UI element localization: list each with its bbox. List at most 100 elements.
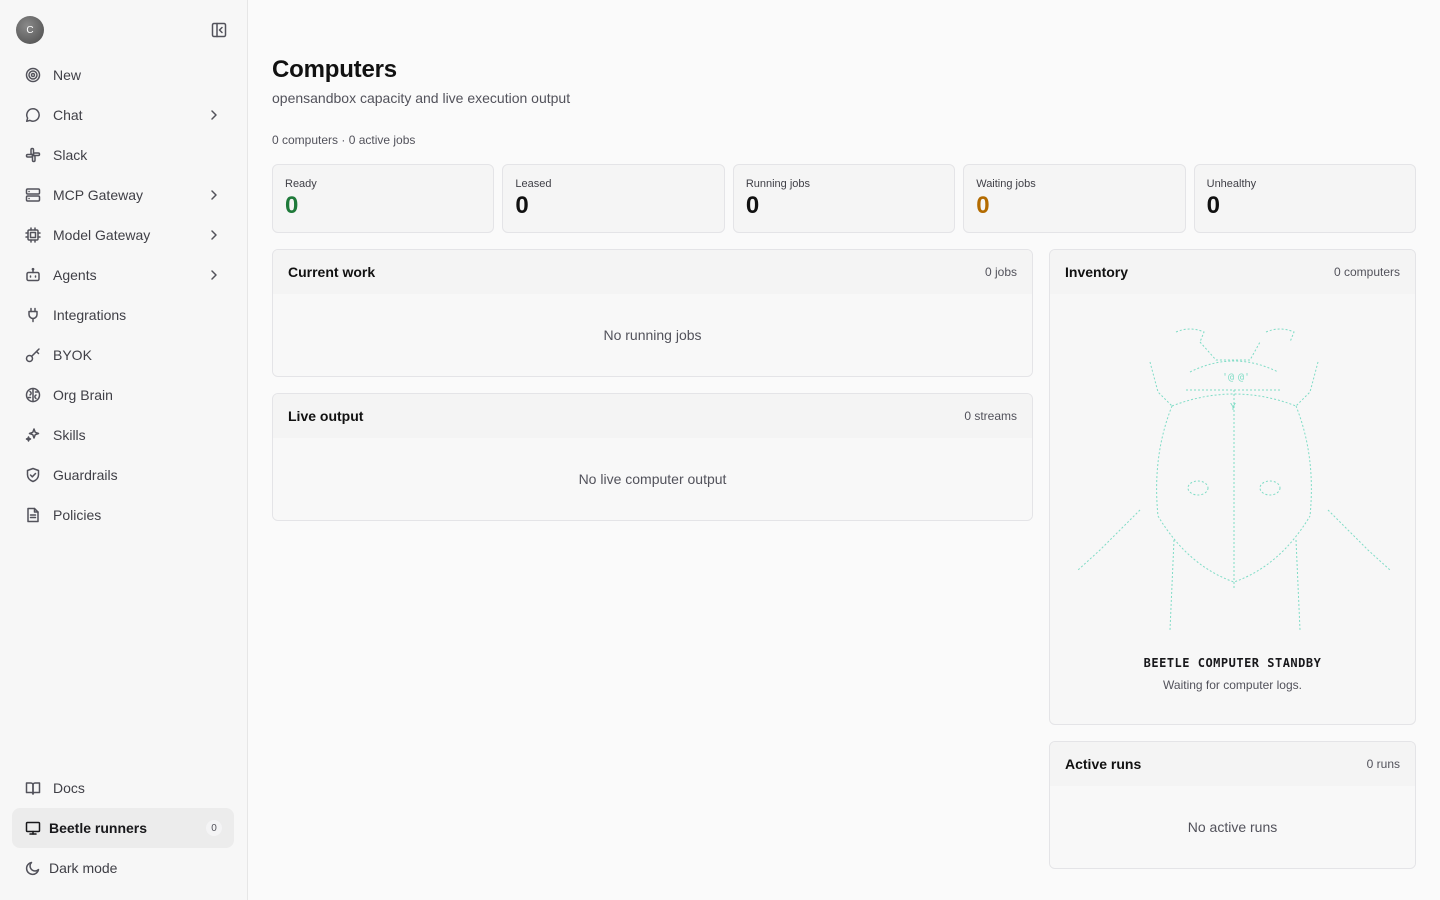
panel-title: Inventory [1065,264,1129,280]
stat-value: 0 [515,192,529,219]
chevron-right-icon [211,190,217,200]
standby-subtitle: Waiting for computer logs. [1163,678,1302,692]
runners-count-badge: 0 [206,820,222,836]
stat-card-ready: Ready 0 [272,164,495,233]
key-icon [24,346,42,364]
nav-item-org-brain[interactable]: Org Brain [12,375,234,415]
empty-state: No live computer output [273,438,1032,520]
empty-state: No running jobs [273,294,1032,376]
panel-header: Inventory 0 computers [1050,250,1415,294]
nav-item-guardrails[interactable]: Guardrails [12,455,234,495]
nav-item-label: MCP Gateway [53,187,143,203]
chat-bubble-icon [24,106,42,124]
cpu-chip-icon [24,226,42,244]
empty-state: No active runs [1050,786,1415,868]
stat-value: 0 [1206,192,1220,219]
stat-value: 0 [285,192,299,219]
page-subtitle: opensandbox capacity and live execution … [272,90,571,106]
panel-title: Active runs [1065,756,1142,772]
nav-item-beetle-runners[interactable]: Beetle runners 0 [12,808,234,848]
svg-text:Y: Y [1230,402,1236,413]
standby-title: BEETLE COMPUTER STANDBY [1143,656,1322,670]
panel-count: 0 streams [964,409,1017,423]
nav-item-chat[interactable]: Chat [12,95,234,135]
page-title: Computers [272,56,397,83]
target-icon [24,66,42,84]
slack-icon [24,146,42,164]
panel-title: Live output [288,408,364,424]
nav-item-integrations[interactable]: Integrations [12,295,234,335]
nav-item-label: BYOK [53,347,92,363]
brain-icon [24,386,42,404]
nav-item-model-gateway[interactable]: Model Gateway [12,215,234,255]
beetle-illustration: '@ @' Y [1077,328,1391,631]
nav-item-label: Agents [53,267,97,283]
nav-item-mcp-gateway[interactable]: MCP Gateway [12,175,234,215]
nav-item-label: Skills [53,427,86,443]
stat-value: 0 [976,192,990,219]
server-icon [24,186,42,204]
current-work-panel: Current work 0 jobs No running jobs [272,249,1033,377]
plug-icon [24,306,42,324]
inventory-panel: Inventory 0 computers '@ @' Y BEETLE COM… [1049,249,1416,725]
stat-label: Ready [285,178,317,190]
panel-count: 0 runs [1366,757,1400,771]
nav-item-skills[interactable]: Skills [12,415,234,455]
panel-header: Live output 0 streams [273,394,1032,438]
monitor-icon [24,819,42,837]
stat-label: Leased [515,178,552,190]
stats-row: Ready 0 Leased 0 Running jobs 0 Waiting … [272,164,1417,233]
live-output-panel: Live output 0 streams No live computer o… [272,393,1033,521]
summary-text: 0 computers · 0 active jobs [272,133,416,147]
stat-card-leased: Leased 0 [502,164,725,233]
collapse-sidebar-button[interactable] [210,21,228,39]
svg-text:@': @' [1238,372,1250,383]
bottom-nav: Docs Beetle runners 0 Dark mode [12,768,234,888]
chevron-right-icon [211,110,217,120]
nav-item-policies[interactable]: Policies [12,495,234,535]
chevron-right-icon [211,270,217,280]
dark-mode-toggle[interactable]: Dark mode [12,848,234,888]
nav-item-label: Dark mode [49,860,118,876]
document-icon [24,506,42,524]
panel-header: Current work 0 jobs [273,250,1032,294]
stat-label: Unhealthy [1206,178,1257,190]
nav-item-label: Org Brain [53,387,113,403]
nav-item-byok[interactable]: BYOK [12,335,234,375]
stat-value: 0 [745,192,760,219]
moon-icon [24,859,42,877]
shield-check-icon [24,466,42,484]
nav-item-label: Model Gateway [53,227,151,243]
nav-item-label: Policies [53,507,102,523]
sidebar-collapse-icon [211,22,227,38]
nav-item-label: Guardrails [53,467,118,483]
panel-header: Active runs 0 runs [1050,742,1415,786]
stat-card-unhealthy: Unhealthy 0 [1193,164,1417,233]
panel-title: Current work [288,264,376,280]
bot-icon [24,266,42,284]
active-runs-panel: Active runs 0 runs No active runs [1049,741,1416,869]
nav-item-label: Beetle runners [49,820,148,836]
svg-text:'@: '@ [1222,372,1234,383]
nav-item-label: Docs [53,780,85,796]
stat-card-running-jobs: Running jobs 0 [732,164,956,233]
nav-item-docs[interactable]: Docs [12,768,234,808]
panel-count: 0 jobs [984,265,1017,279]
sparkles-icon [24,426,42,444]
sidebar: C New Chat Slack MCP Gateway Model Gatew… [0,0,248,900]
book-open-icon [24,779,42,797]
nav-item-label: New [53,67,82,83]
avatar[interactable]: C [16,16,44,44]
nav-item-label: Chat [53,107,83,123]
nav-item-new[interactable]: New [12,55,234,95]
stat-label: Running jobs [745,178,811,190]
nav-item-agents[interactable]: Agents [12,255,234,295]
main-nav: New Chat Slack MCP Gateway Model Gateway… [12,55,234,535]
nav-item-label: Slack [53,147,88,163]
chevron-right-icon [211,230,217,240]
stat-card-waiting-jobs: Waiting jobs 0 [963,164,1186,233]
nav-item-label: Integrations [53,307,127,323]
panel-count: 0 computers [1333,265,1400,279]
stat-label: Waiting jobs [976,178,1036,190]
nav-item-slack[interactable]: Slack [12,135,234,175]
